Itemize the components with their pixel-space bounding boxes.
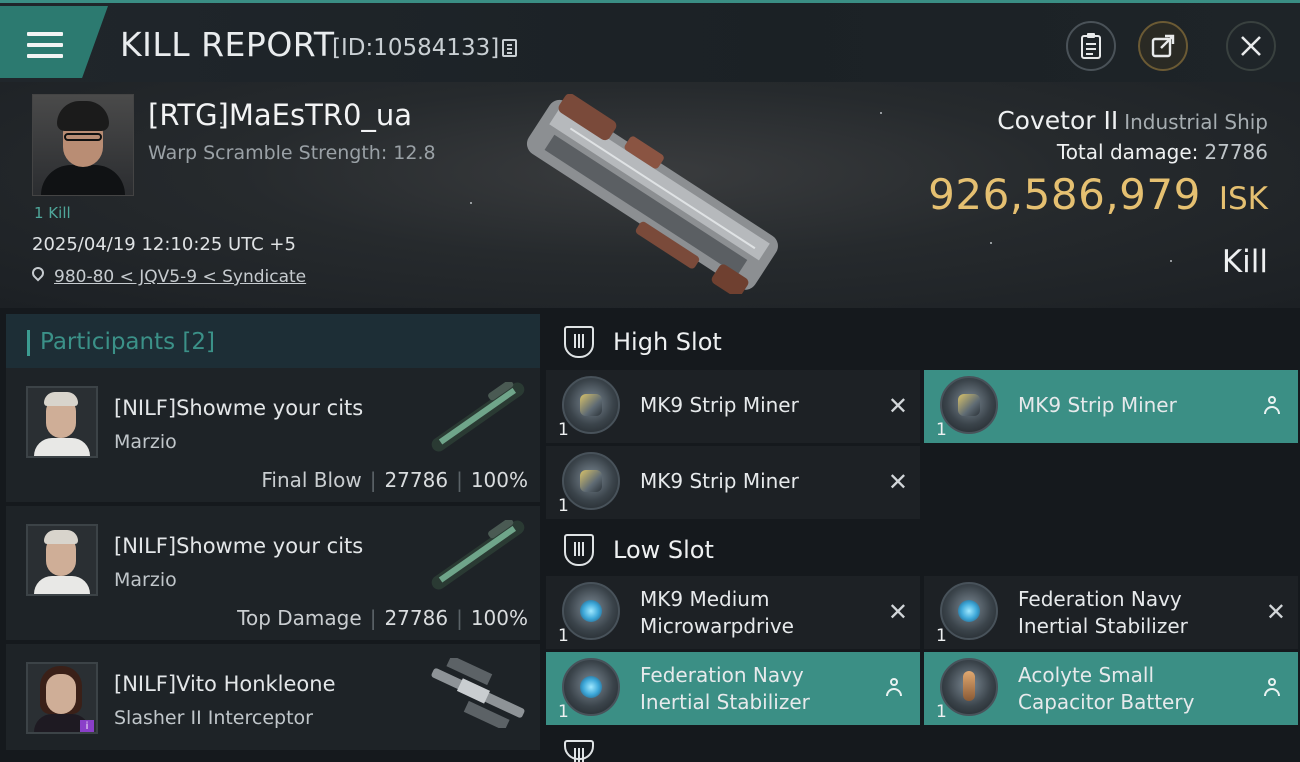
destroyed-icon: ✕ [1265,598,1286,626]
clipboard-button[interactable] [1066,21,1116,71]
clipboard-icon [1081,33,1101,59]
destroyed-icon: ✕ [887,598,908,626]
participant-portrait[interactable] [26,524,98,596]
module-name: Federation Navy Inertial Stabilizer [1018,587,1188,638]
dropped-person-icon [884,678,904,698]
hamburger-icon [27,32,63,60]
close-icon [1241,36,1261,56]
participant-row[interactable]: [NILF]Showme your cits Marzio Top Damage… [6,506,540,640]
module-quantity: 1 [558,420,569,440]
module-item[interactable]: 1 Federation Navy Inertial Stabilizer ✕ [924,576,1298,649]
victim-panel: [RTG]MaEsTR0_ua Warp Scramble Strength: … [0,82,1300,308]
victim-ship-name[interactable]: Covetor II Industrial Ship [997,106,1268,135]
page-title: KILL REPORT [120,25,335,64]
report-id: [ID:10584133] [332,35,500,61]
participant-badge: i [80,720,94,732]
module-name: Federation Navy Inertial Stabilizer [640,663,810,714]
module-quantity: 1 [558,702,569,722]
participant-name: [NILF]Showme your cits [114,534,364,558]
dropped-person-icon [1262,396,1282,416]
close-button[interactable] [1226,21,1276,71]
low-slot-header: Low Slot [546,520,1300,580]
slot-icon [564,740,594,762]
capacitor-battery-icon [940,658,998,716]
module-quantity: 1 [936,626,947,646]
participant-row[interactable]: i [NILF]Vito Honkleone Slasher II Interc… [6,644,540,750]
victim-pilot-name[interactable]: [RTG]MaEsTR0_ua [148,98,412,132]
participant-portrait[interactable] [26,386,98,458]
participant-name: [NILF]Showme your cits [114,396,364,420]
participant-ship-image [431,382,525,452]
participant-row[interactable]: [NILF]Showme your cits Marzio Final Blow… [6,368,540,502]
participant-stats: Top Damage | 27786 | 100% [237,606,528,630]
participant-portrait[interactable]: i [26,662,98,734]
star-decoration [990,242,992,244]
menu-button[interactable] [0,6,108,78]
total-damage: Total damage: 27786 [1056,140,1268,164]
low-slot-label: Low Slot [613,536,714,564]
low-slot-icon [564,534,594,566]
participant-ship-image [431,520,525,590]
location-link[interactable]: 980-80 < JQV5-9 < Syndicate [54,267,306,287]
share-icon [1151,34,1175,58]
victim-avatar[interactable] [32,94,134,196]
strip-miner-icon [562,452,620,510]
module-item[interactable]: 1 MK9 Medium Microwarpdrive ✕ [546,576,920,649]
fitting-panel: High Slot 1 MK9 Strip Miner ✕ 1 MK9 Stri… [546,310,1300,762]
microwarpdrive-icon [562,582,620,640]
kill-count: 1 Kill [34,204,71,222]
inertial-stabilizer-icon [562,658,620,716]
participant-subtitle: Slasher II Interceptor [114,707,313,729]
copy-icon[interactable] [502,39,517,57]
share-button[interactable] [1138,21,1188,71]
high-slot-label: High Slot [613,328,722,356]
module-item[interactable]: 1 MK9 Strip Miner ✕ [546,446,920,519]
module-item[interactable]: 1 Acolyte Small Capacitor Battery [924,652,1298,725]
module-item[interactable]: 1 MK9 Strip Miner ✕ [546,370,920,443]
module-name: MK9 Strip Miner [640,469,799,493]
destroyed-icon: ✕ [887,468,908,496]
participants-header[interactable]: Participants [2] [6,314,540,372]
kill-result: Kill [1221,244,1268,280]
top-bar: KILL REPORT [ID:10584133] [0,0,1300,82]
star-decoration [1170,260,1172,262]
module-name: MK9 Medium Microwarpdrive [640,587,794,638]
module-name: MK9 Strip Miner [640,393,799,417]
star-decoration [880,112,882,114]
kill-datetime: 2025/04/19 12:10:25 UTC +5 [32,234,296,255]
high-slot-header: High Slot [546,312,1300,372]
module-quantity: 1 [558,626,569,646]
module-name: MK9 Strip Miner [1018,393,1177,417]
module-quantity: 1 [936,702,947,722]
strip-miner-icon [562,376,620,434]
next-slot-header-partial [546,738,1300,762]
victim-ship-image [526,94,778,294]
location-pin-icon [29,264,47,282]
inertial-stabilizer-icon [940,582,998,640]
module-quantity: 1 [558,496,569,516]
star-decoration [470,202,472,204]
participant-subtitle: Marzio [114,569,177,591]
dropped-person-icon [1262,678,1282,698]
ship-class: Industrial Ship [1124,110,1268,134]
high-slot-icon [564,326,594,358]
module-name: Acolyte Small Capacitor Battery [1018,663,1195,714]
module-item[interactable]: 1 Federation Navy Inertial Stabilizer [546,652,920,725]
participant-ship-image [431,658,525,728]
warp-scramble-strength: Warp Scramble Strength: 12.8 [148,142,436,164]
module-quantity: 1 [936,420,947,440]
participant-subtitle: Marzio [114,431,177,453]
destroyed-icon: ✕ [887,392,908,420]
isk-value: 926,586,979 ISK [928,170,1268,219]
participant-name: [NILF]Vito Honkleone [114,672,336,696]
module-item[interactable]: 1 MK9 Strip Miner [924,370,1298,443]
participants-panel: Participants [2] [NILF]Showme your cits … [6,310,540,750]
participant-stats: Final Blow | 27786 | 100% [261,468,528,492]
strip-miner-icon [940,376,998,434]
